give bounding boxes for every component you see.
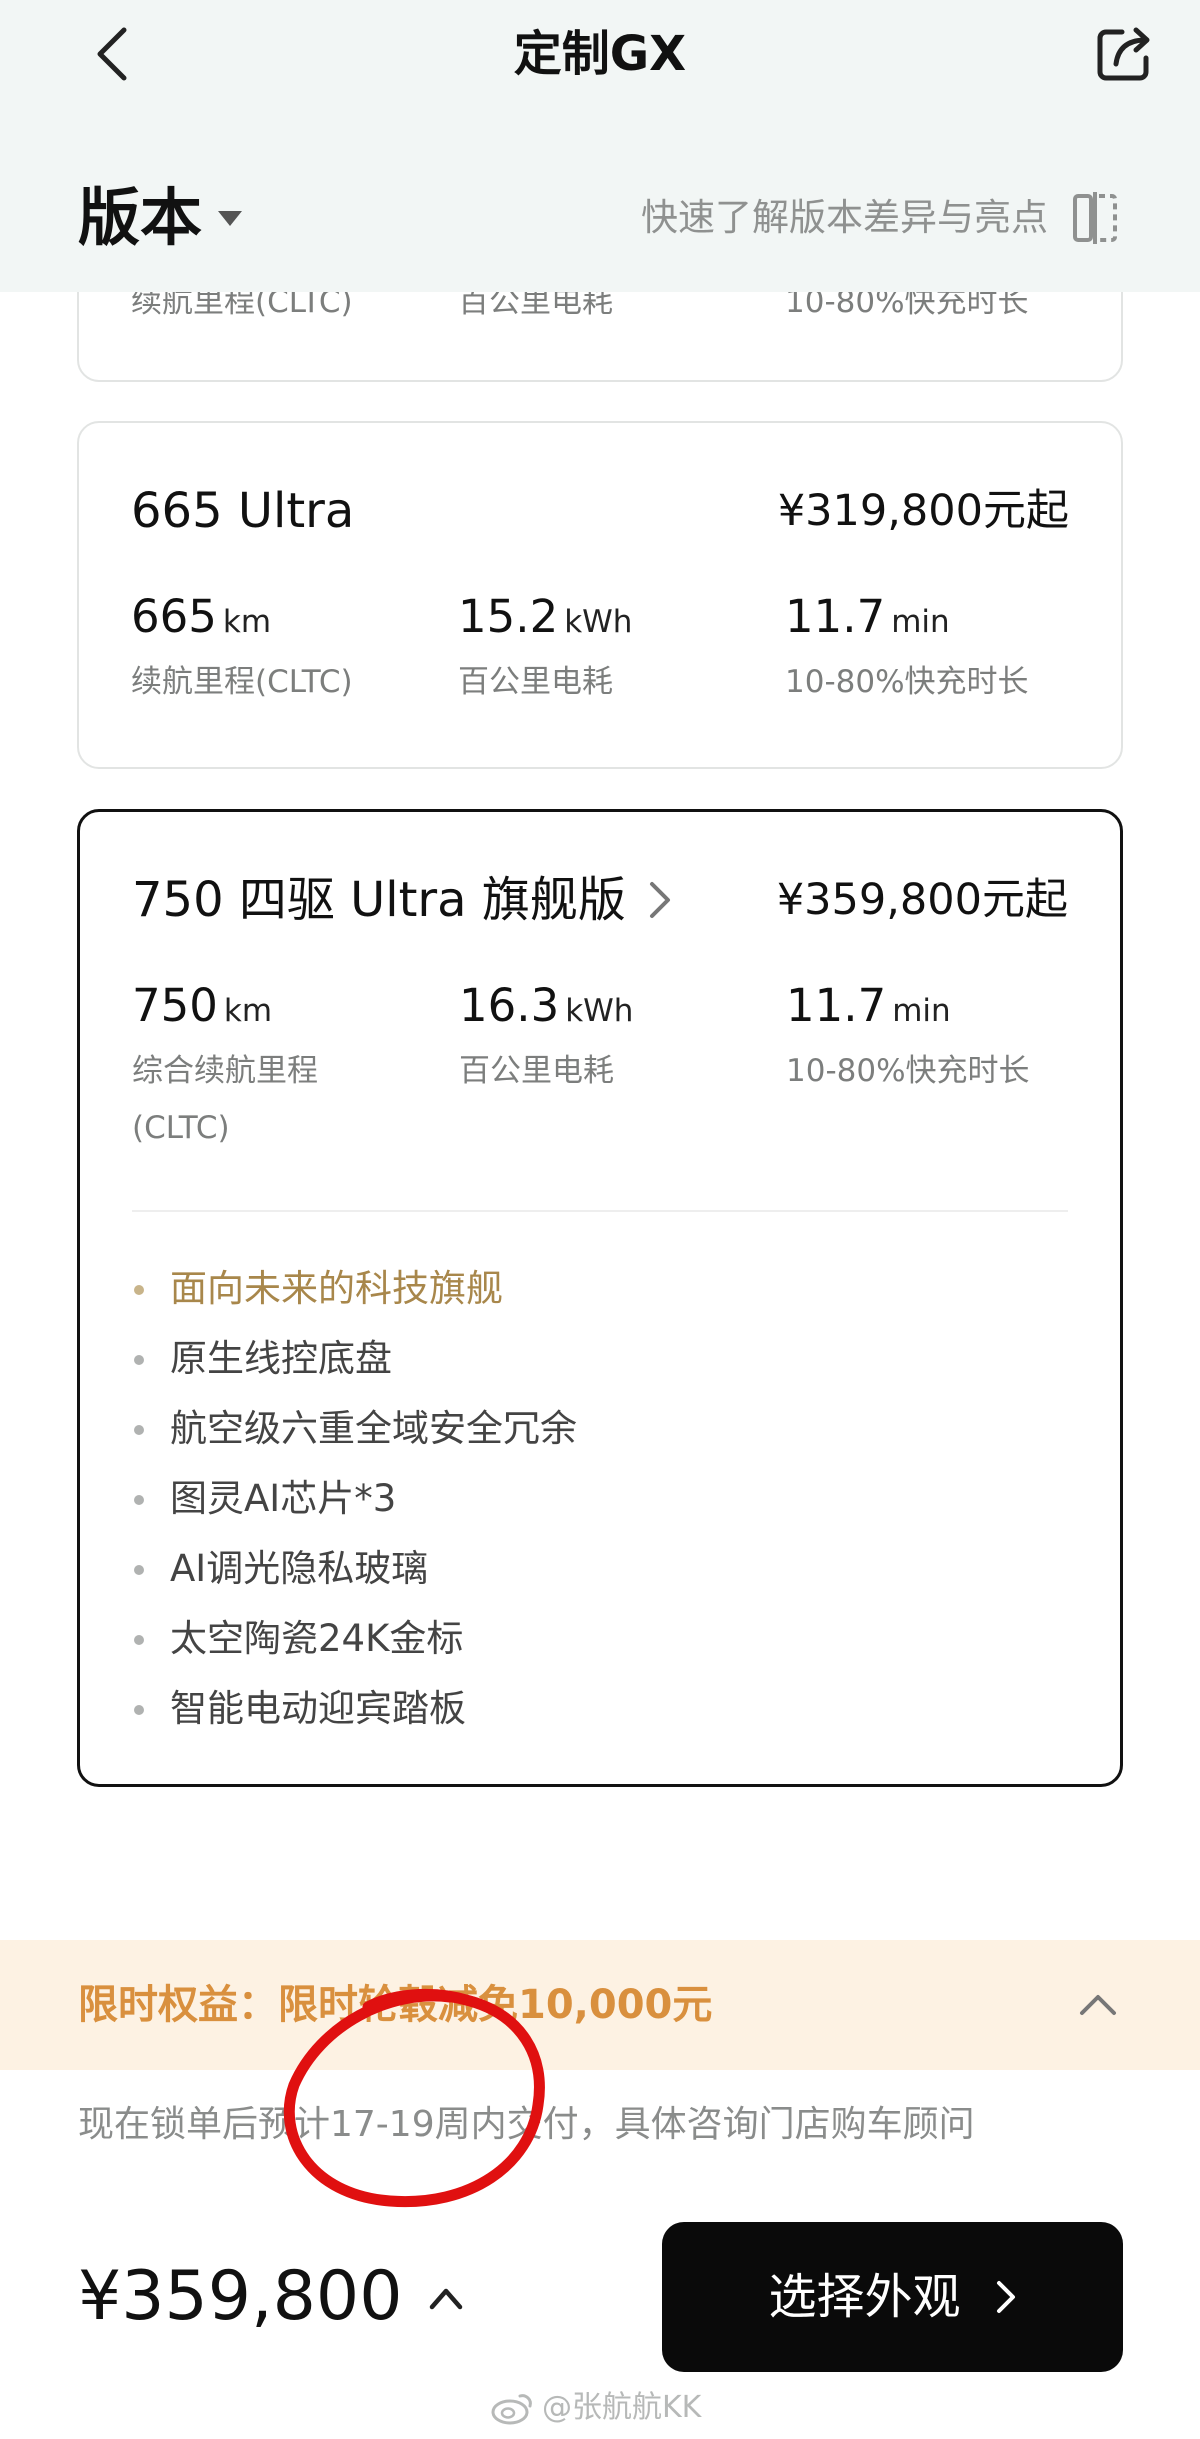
version-tab[interactable]: 版本 (78, 178, 243, 258)
spec-charge-time: 11.7 min 10-80%快充时长 (785, 587, 1105, 711)
card-header: 750 四驱 Ultra 旗舰版 ¥359,800元起 (132, 870, 1068, 930)
feature-item: AI调光隐私玻璃 (132, 1534, 577, 1604)
compare-versions-link[interactable]: 快速了解版本差异与亮点 (641, 190, 1118, 246)
select-exterior-button[interactable]: 选择外观 (662, 2222, 1123, 2372)
chevron-right-icon (649, 882, 670, 918)
spec-label: 续航里程(CLTC) (131, 664, 353, 700)
spec-label: 10-80%快充时长 (786, 1053, 1030, 1089)
spec-value: 16.3 (459, 979, 560, 1032)
cta-label: 选择外观 (768, 2269, 961, 2325)
weibo-logo-icon (491, 2394, 532, 2425)
spec-value: 11.7 (785, 590, 886, 643)
chevron-up-icon[interactable] (1076, 1983, 1120, 2027)
spec-unit: kWh (565, 993, 634, 1029)
feature-item-highlight: 面向未来的科技旗舰 (132, 1254, 577, 1324)
card-name: 665 Ultra (131, 483, 355, 539)
watermark-text: @张航航KK (542, 2390, 702, 2425)
spec-unit: kWh (564, 604, 633, 640)
spec-consumption: 16.3 kWh 百公里电耗 (459, 976, 779, 1100)
chevron-up-icon (430, 2288, 463, 2310)
spec-value: 15.2 (458, 590, 559, 643)
feature-item: 原生线控底盘 (132, 1324, 577, 1394)
total-price-toggle[interactable]: ¥359,800 (78, 2252, 464, 2342)
promo-banner[interactable]: 限时权益：限时轮毂减免10,000元 (0, 1940, 1200, 2070)
spec-value: 11.7 (786, 979, 887, 1032)
card-name-link[interactable]: 750 四驱 Ultra 旗舰版 (132, 870, 672, 930)
share-icon (1097, 27, 1150, 81)
spec-charge-time: 11.7 min 10-80%快充时长 (786, 976, 1106, 1100)
spec-label: 10-80%快充时长 (785, 664, 1029, 700)
total-price: ¥359,800 (78, 2257, 403, 2336)
card-price: ¥359,800元起 (776, 875, 1068, 925)
spec-unit: km (222, 604, 272, 640)
chevron-right-icon (996, 2281, 1015, 2313)
share-button[interactable] (1092, 22, 1156, 86)
spec-value: 750 (132, 979, 218, 1032)
spec-unit: min (891, 604, 950, 640)
version-card-665-ultra[interactable]: 665 Ultra ¥319,800元起 665 km 续航里程(CLTC) 15… (77, 421, 1123, 769)
card-header: 665 Ultra ¥319,800元起 (131, 481, 1069, 541)
card-name: 750 四驱 Ultra 旗舰版 (132, 872, 626, 928)
card-price: ¥319,800元起 (777, 486, 1069, 536)
spec-unit: min (892, 993, 951, 1029)
feature-item: 太空陶瓷24K金标 (132, 1604, 577, 1674)
spec-label: 百公里电耗 (458, 664, 613, 700)
spec-row: 665 km 续航里程(CLTC) 15.2 kWh 百公里电耗 11.7 min 1… (131, 587, 1081, 757)
watermark: @张航航KK (490, 2386, 701, 2430)
spec-consumption: 15.2 kWh 百公里电耗 (458, 587, 778, 711)
spec-range: 665 km 续航里程(CLTC) (131, 587, 451, 711)
feature-list: 面向未来的科技旗舰 原生线控底盘 航空级六重全域安全冗余 图灵AI芯片*3 AI… (132, 1254, 577, 1744)
delivery-note: 现在锁单后预计17-19周内交付，具体咨询门店购车顾问 (78, 2104, 975, 2145)
compare-link-label: 快速了解版本差异与亮点 (641, 196, 1048, 239)
feature-item: 航空级六重全域安全冗余 (132, 1394, 577, 1464)
version-card-750-awd-ultra-flagship[interactable]: 750 四驱 Ultra 旗舰版 ¥359,800元起 750 km 综合续航里程… (77, 809, 1123, 1787)
spec-value: 665 (131, 590, 217, 643)
feature-item: 图灵AI芯片*3 (132, 1464, 577, 1534)
page-title: 定制GX (513, 26, 687, 82)
spec-row: 750 km 综合续航里程(CLTC) 16.3 kWh 百公里电耗 11.7 min… (132, 976, 1082, 1146)
spec-label: 综合续航里程(CLTC) (132, 1053, 318, 1146)
top-header: 定制GX 版本 快速了解版本差异与亮点 (0, 0, 1200, 292)
promo-text: 限时权益：限时轮毂减免10,000元 (78, 1982, 713, 2028)
card-divider (132, 1210, 1068, 1212)
spec-label: 百公里电耗 (459, 1053, 614, 1089)
spec-unit: km (223, 993, 273, 1029)
caret-down-icon (218, 210, 243, 226)
version-tab-label: 版本 (78, 181, 203, 254)
compare-icon (1073, 192, 1117, 244)
spec-range: 750 km 综合续航里程(CLTC) (132, 976, 452, 1157)
feature-item: 智能电动迎宾踏板 (132, 1674, 577, 1744)
